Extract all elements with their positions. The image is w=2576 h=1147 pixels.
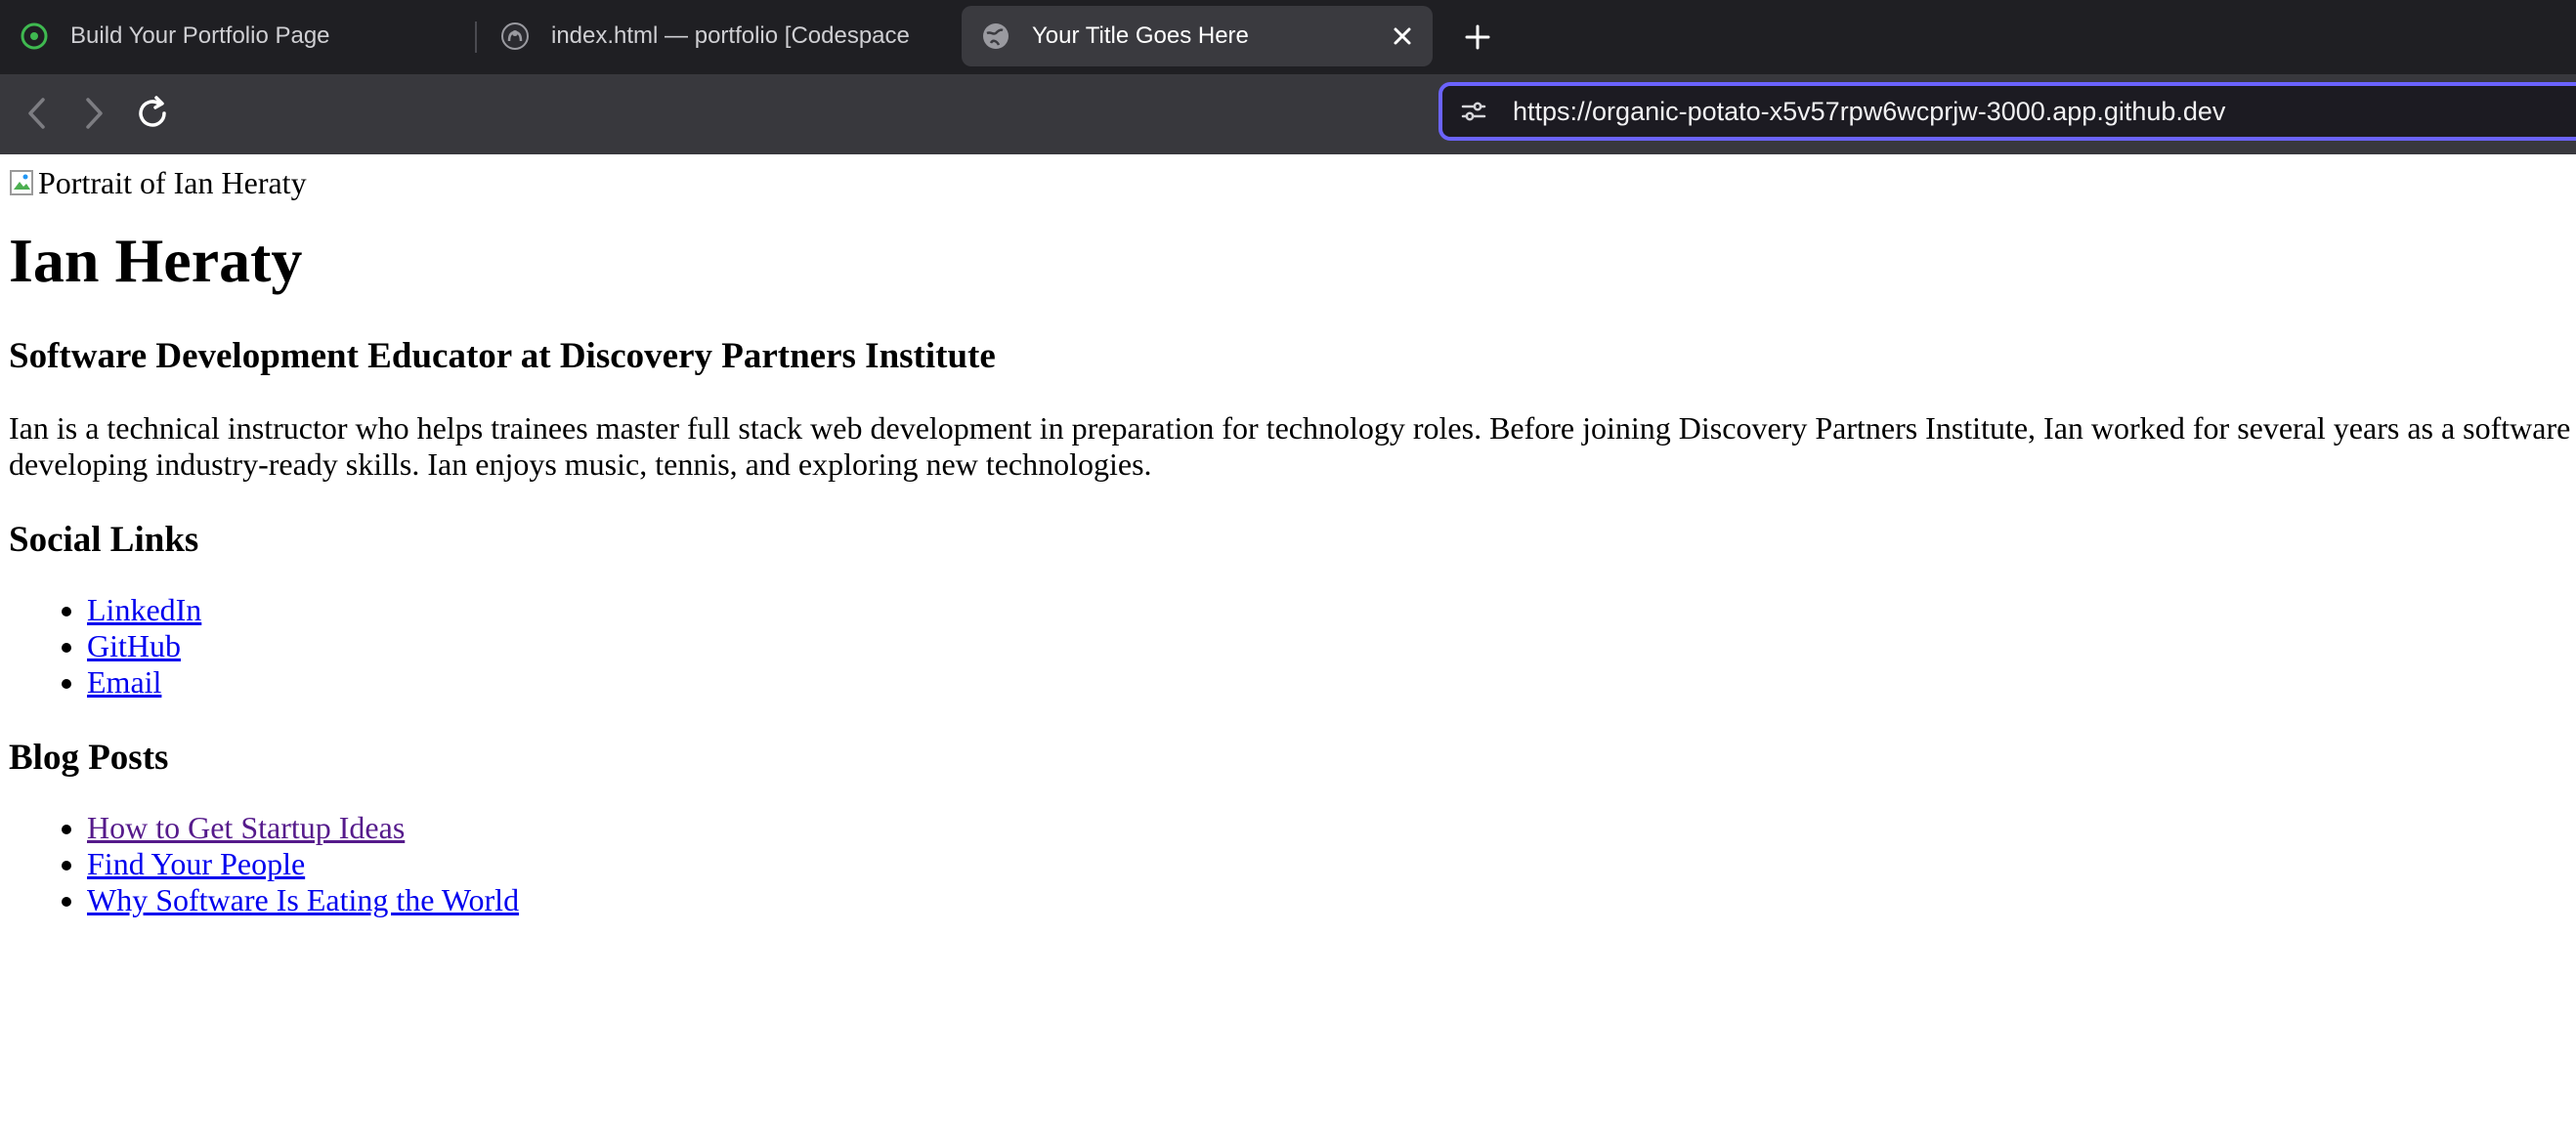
forward-arrow-icon[interactable]: [72, 92, 115, 135]
tab-build-portfolio[interactable]: Build Your Portfolio Page: [20, 6, 459, 66]
bio-paragraph: Ian is a technical instructor who helps …: [9, 410, 2576, 483]
email-link[interactable]: Email: [87, 664, 161, 700]
list-item: Email: [87, 664, 2576, 701]
job-title: Software Development Educator at Discove…: [9, 336, 996, 376]
blog-post-link-software-eating-world[interactable]: Why Software Is Eating the World: [87, 882, 519, 917]
new-tab-plus-icon[interactable]: [1456, 16, 1499, 59]
social-links-list: LinkedIn GitHub Email: [9, 592, 2576, 701]
blog-post-link-find-your-people[interactable]: Find Your People: [87, 846, 305, 881]
blog-posts-heading: Blog Posts: [9, 738, 169, 778]
page-content: Portrait of Ian Heraty Ian Heraty Softwa…: [9, 164, 2576, 918]
list-item: How to Get Startup Ideas: [87, 810, 2576, 846]
portrait-alt-text: Portrait of Ian Heraty: [38, 164, 307, 200]
tab-index-html[interactable]: index.html — portfolio [Codespace: [500, 6, 930, 66]
tab-label: Your Title Goes Here: [1032, 22, 1249, 49]
tab-label: index.html — portfolio [Codespace: [551, 22, 910, 49]
reload-icon[interactable]: [131, 92, 174, 135]
tab-divider: [475, 21, 477, 53]
globe-icon: [981, 21, 1010, 51]
tab-your-title[interactable]: Your Title Goes Here: [962, 6, 1433, 66]
github-icon: [500, 21, 530, 51]
list-item: Find Your People: [87, 846, 2576, 882]
list-item: LinkedIn: [87, 592, 2576, 628]
codespaces-circle-icon: [20, 21, 49, 51]
broken-image-icon: [9, 168, 36, 197]
portrait-image: Portrait of Ian Heraty: [9, 164, 2576, 200]
tab-bar: Build Your Portfolio Page index.html — p…: [0, 0, 2576, 74]
github-link[interactable]: GitHub: [87, 628, 181, 663]
list-item: GitHub: [87, 628, 2576, 664]
blog-post-link-startup-ideas[interactable]: How to Get Startup Ideas: [87, 810, 405, 845]
blog-posts-list: How to Get Startup Ideas Find Your Peopl…: [9, 810, 2576, 918]
linkedin-link[interactable]: LinkedIn: [87, 592, 201, 627]
bio-line-2: developing industry-ready skills. Ian en…: [9, 446, 1152, 482]
close-tab-icon[interactable]: [1386, 20, 1419, 53]
site-settings-icon[interactable]: [1456, 94, 1491, 129]
back-arrow-icon[interactable]: [16, 92, 59, 135]
tab-label: Build Your Portfolio Page: [70, 22, 330, 49]
web-page: Portrait of Ian Heraty Ian Heraty Softwa…: [0, 154, 2576, 1147]
social-links-heading: Social Links: [9, 520, 199, 560]
page-title: Ian Heraty: [9, 226, 303, 295]
url-text[interactable]: https://organic-potato-x5v57rpw6wcprjw-3…: [1513, 97, 2225, 127]
address-bar[interactable]: https://organic-potato-x5v57rpw6wcprjw-3…: [1438, 82, 2576, 141]
bio-line-1: Ian is a technical instructor who helps …: [9, 410, 2571, 446]
list-item: Why Software Is Eating the World: [87, 882, 2576, 918]
